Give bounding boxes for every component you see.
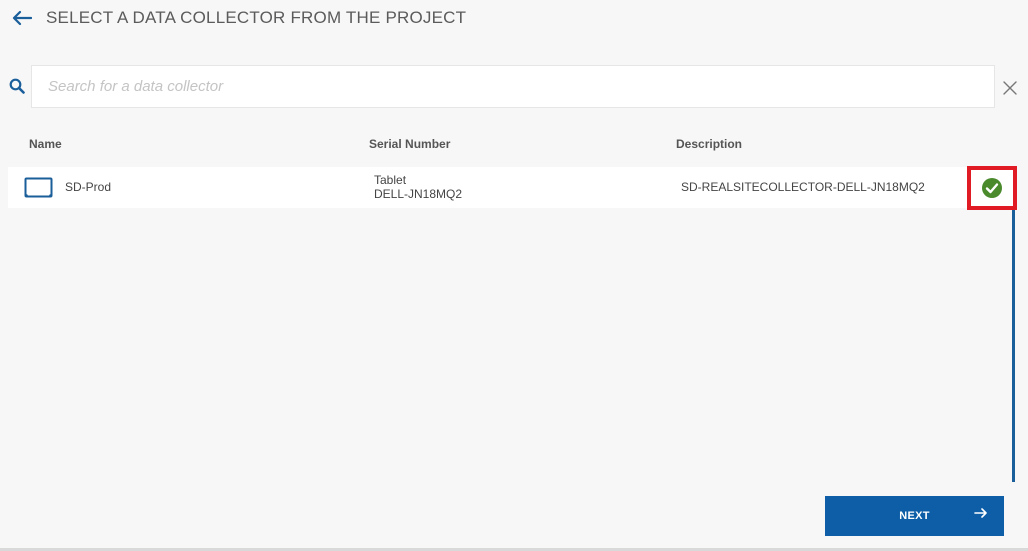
row-description: SD-REALSITECOLLECTOR-DELL-JN18MQ2	[681, 180, 925, 194]
check-circle-icon	[982, 178, 1002, 198]
close-icon[interactable]	[1002, 80, 1018, 96]
back-button[interactable]	[10, 6, 34, 30]
selected-indicator[interactable]	[967, 166, 1017, 210]
column-header-serial-number[interactable]: Serial Number	[369, 137, 450, 151]
row-name: SD-Prod	[65, 180, 112, 194]
page: SELECT A DATA COLLECTOR FROM THE PROJECT…	[0, 0, 1028, 551]
arrow-left-icon	[12, 10, 32, 26]
row-serial-number: Tablet DELL-JN18MQ2	[374, 173, 462, 201]
scrollbar[interactable]	[1012, 210, 1015, 482]
next-button-label: NEXT	[899, 510, 930, 522]
search-icon[interactable]	[9, 78, 25, 94]
header: SELECT A DATA COLLECTOR FROM THE PROJECT	[10, 4, 466, 32]
table-row[interactable]: SD-Prod Tablet DELL-JN18MQ2 SD-REALSITEC…	[8, 167, 1014, 208]
search-input[interactable]	[31, 65, 995, 108]
row-serial-value: DELL-JN18MQ2	[374, 187, 463, 201]
next-button[interactable]: NEXT	[825, 496, 1004, 536]
row-serial-type: Tablet	[374, 173, 407, 187]
column-header-name[interactable]: Name	[29, 137, 62, 151]
page-title: SELECT A DATA COLLECTOR FROM THE PROJECT	[46, 8, 467, 27]
column-header-description[interactable]: Description	[676, 137, 742, 151]
arrow-right-icon	[974, 508, 987, 518]
tablet-icon	[24, 177, 53, 198]
